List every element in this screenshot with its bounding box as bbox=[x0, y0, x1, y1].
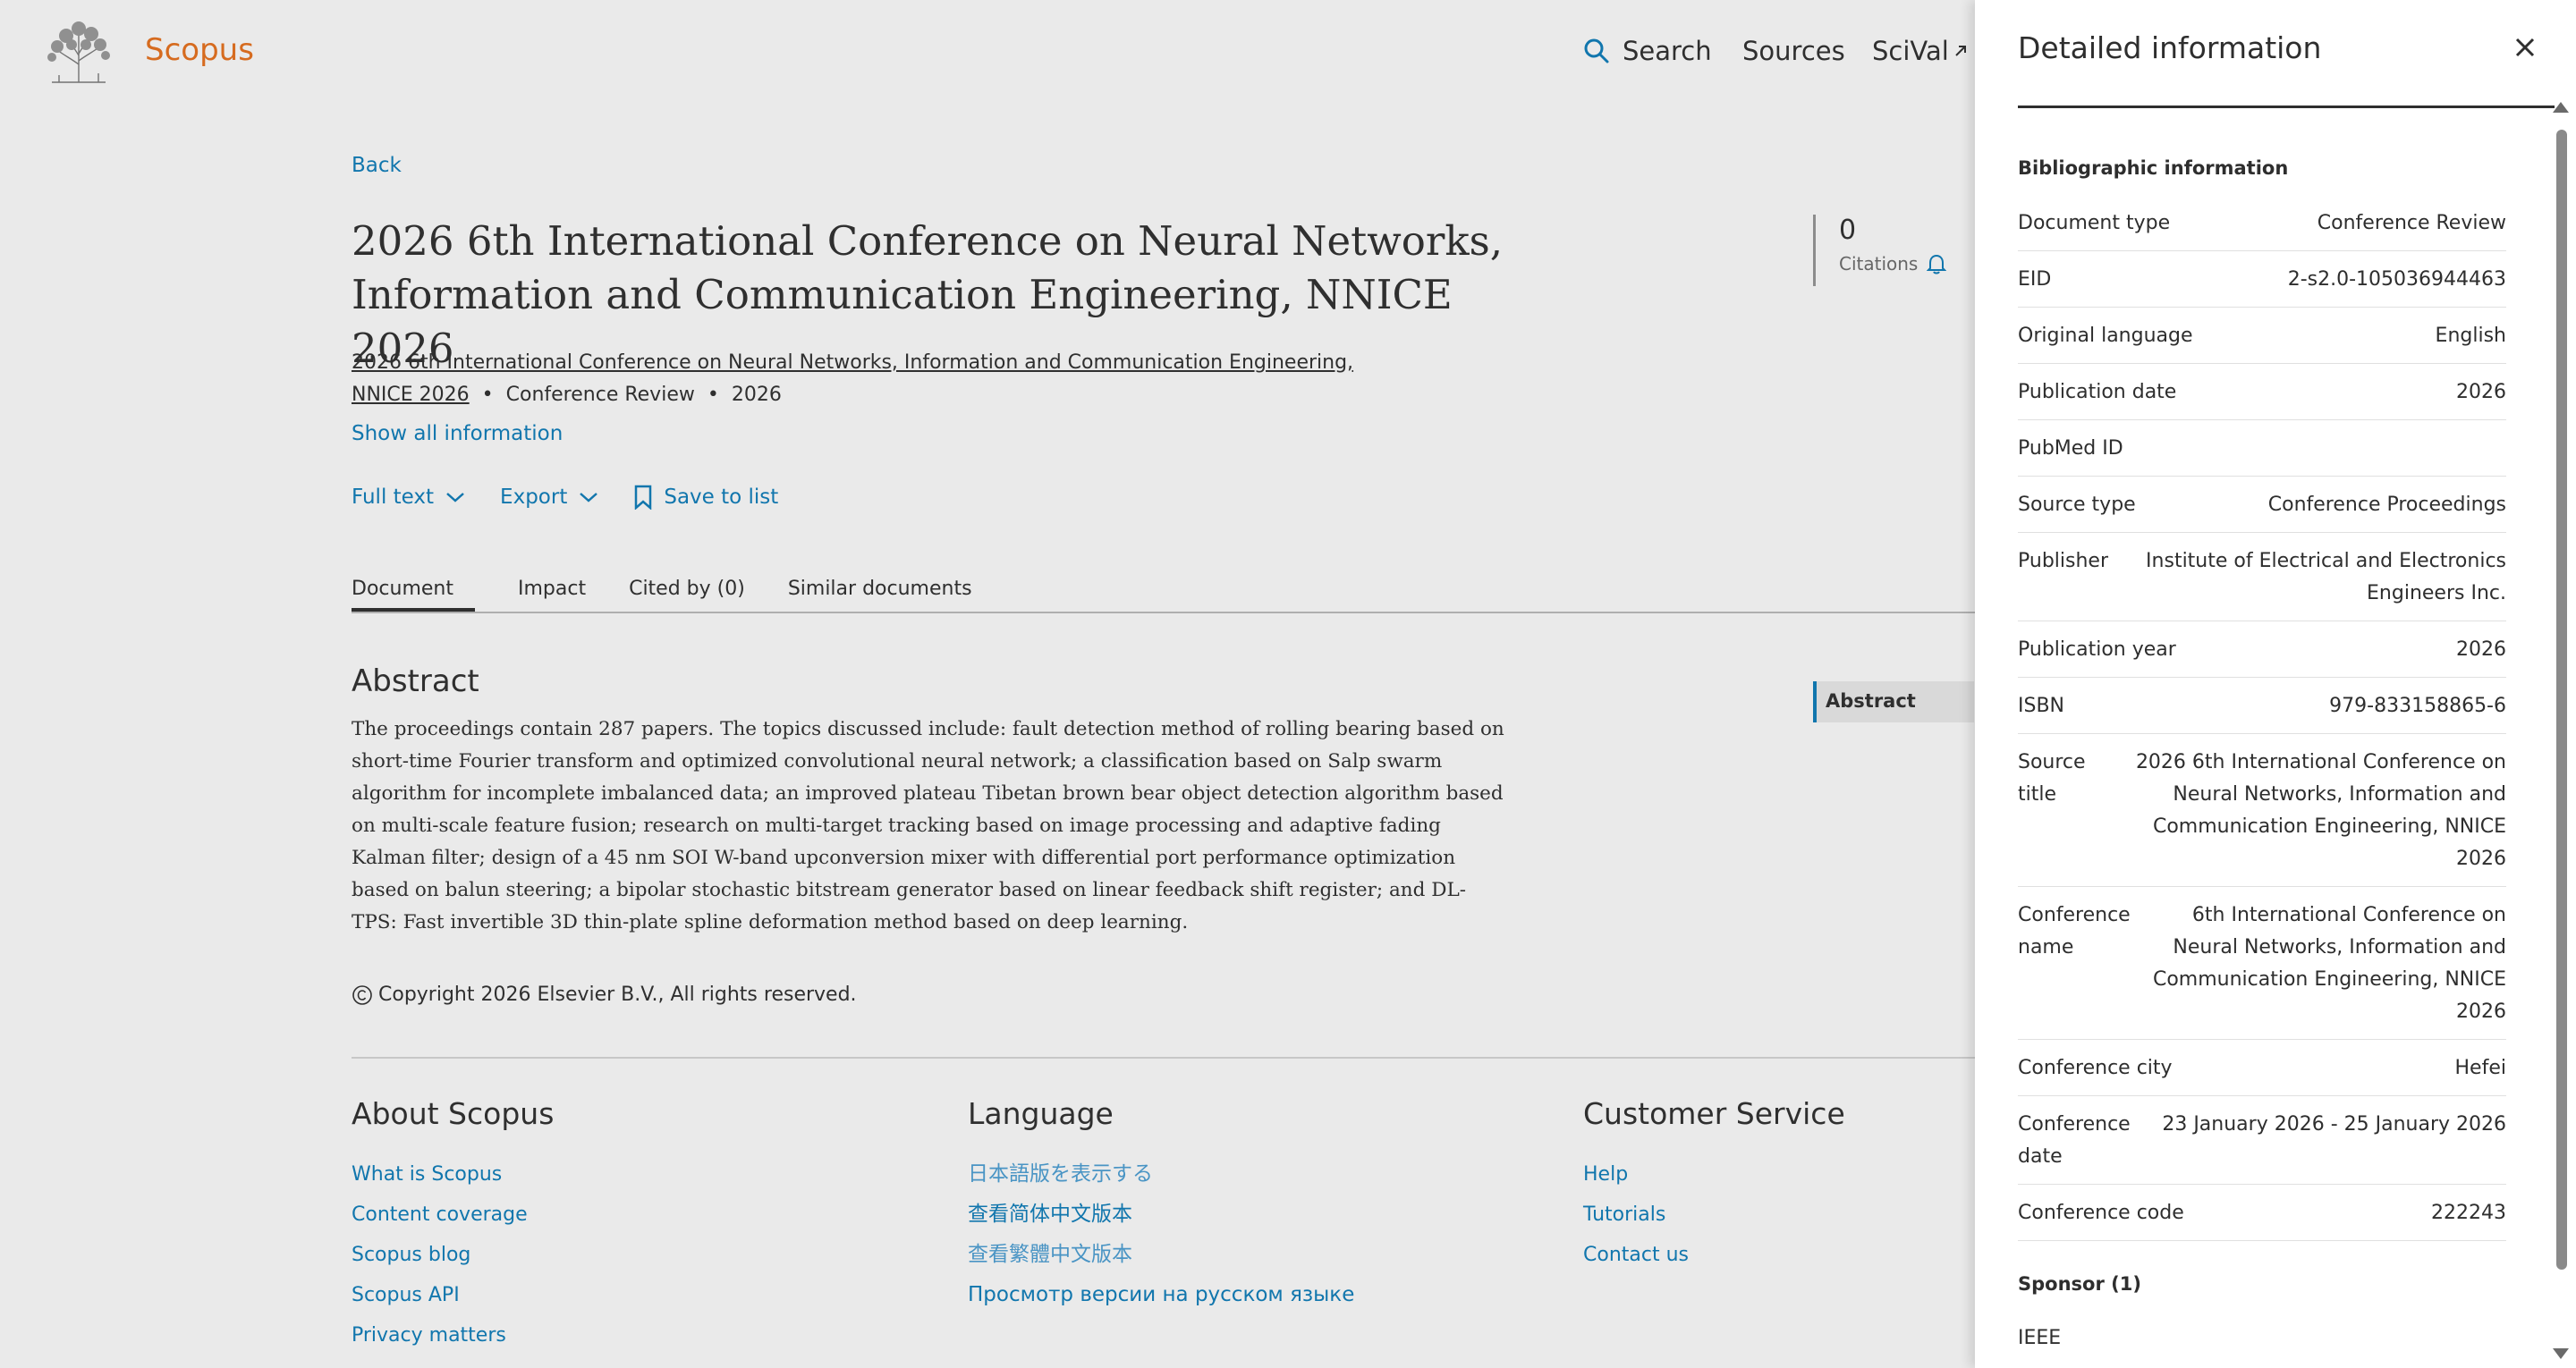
bib-key: Publication year bbox=[2018, 638, 2176, 661]
bib-key: EID bbox=[2018, 268, 2052, 291]
bib-value: 6th International Conference on Neural N… bbox=[2152, 904, 2506, 1023]
bib-key: Conference name bbox=[2018, 904, 2131, 958]
bib-row-document-type: Document type Conference Review bbox=[2018, 195, 2506, 251]
bib-value: 2026 bbox=[2456, 381, 2506, 403]
bib-row-conference-city: Conference city Hefei bbox=[2018, 1040, 2506, 1096]
bib-row-eid: EID 2-s2.0-105036944463 bbox=[2018, 251, 2506, 308]
close-icon[interactable] bbox=[2513, 30, 2537, 67]
bib-value: 23 January 2026 - 25 January 2026 bbox=[2162, 1113, 2506, 1136]
scrollbar-thumb[interactable] bbox=[2556, 130, 2567, 1270]
bib-row-publication-date: Publication date 2026 bbox=[2018, 364, 2506, 420]
bib-key: ISBN bbox=[2018, 695, 2065, 717]
bib-value: 2026 6th International Conference on Neu… bbox=[2135, 751, 2506, 870]
bibliographic-list: Document type Conference Review EID 2-s2… bbox=[2018, 195, 2506, 1241]
bib-key: PubMed ID bbox=[2018, 437, 2123, 460]
bib-row-publication-year: Publication year 2026 bbox=[2018, 621, 2506, 678]
sponsor-heading: Sponsor (1) bbox=[2018, 1273, 2141, 1295]
bib-key: Document type bbox=[2018, 212, 2171, 234]
bib-value: Conference Proceedings bbox=[2267, 494, 2506, 516]
bib-value: 2026 bbox=[2456, 638, 2506, 661]
bib-row-conference-code: Conference code 222243 bbox=[2018, 1185, 2506, 1241]
panel-divider bbox=[2018, 106, 2555, 108]
sponsor-item: IEEE bbox=[2018, 1327, 2062, 1349]
bib-value: Conference Review bbox=[2317, 212, 2506, 234]
detailed-information-panel: Detailed information Bibliographic infor… bbox=[1975, 0, 2576, 1368]
bib-value: Hefei bbox=[2454, 1057, 2506, 1079]
bib-row-source-title: Source title 2026 6th International Conf… bbox=[2018, 734, 2506, 887]
bib-row-conference-date: Conference date 23 January 2026 - 25 Jan… bbox=[2018, 1096, 2506, 1185]
bib-row-conference-name: Conference name 6th International Confer… bbox=[2018, 887, 2506, 1040]
scroll-down-arrow[interactable] bbox=[2553, 1348, 2569, 1359]
bib-key: Source type bbox=[2018, 494, 2136, 516]
scroll-up-arrow[interactable] bbox=[2553, 102, 2569, 113]
bib-key: Conference code bbox=[2018, 1202, 2184, 1224]
bib-key: Publisher bbox=[2018, 550, 2108, 572]
bib-key: Original language bbox=[2018, 325, 2193, 347]
bib-row-source-type: Source type Conference Proceedings bbox=[2018, 477, 2506, 533]
bib-row-isbn: ISBN 979-833158865-6 bbox=[2018, 678, 2506, 734]
bib-row-pubmed-id: PubMed ID bbox=[2018, 420, 2506, 477]
bibliographic-information-heading: Bibliographic information bbox=[2018, 157, 2289, 179]
bib-key: Publication date bbox=[2018, 381, 2177, 403]
bib-value: Institute of Electrical and Electronics … bbox=[2146, 550, 2506, 604]
bib-value: 2-s2.0-105036944463 bbox=[2287, 268, 2506, 291]
bib-key: Conference city bbox=[2018, 1057, 2173, 1079]
bib-value: English bbox=[2435, 325, 2506, 347]
panel-title: Detailed information bbox=[2018, 30, 2322, 65]
bib-row-original-language: Original language English bbox=[2018, 308, 2506, 364]
bib-row-publisher: Publisher Institute of Electrical and El… bbox=[2018, 533, 2506, 621]
bib-value: 979-833158865-6 bbox=[2329, 695, 2506, 717]
modal-backdrop[interactable] bbox=[0, 0, 1975, 1368]
bib-key: Conference date bbox=[2018, 1113, 2131, 1168]
bib-value: 222243 bbox=[2431, 1202, 2506, 1224]
bib-key: Source title bbox=[2018, 751, 2086, 806]
